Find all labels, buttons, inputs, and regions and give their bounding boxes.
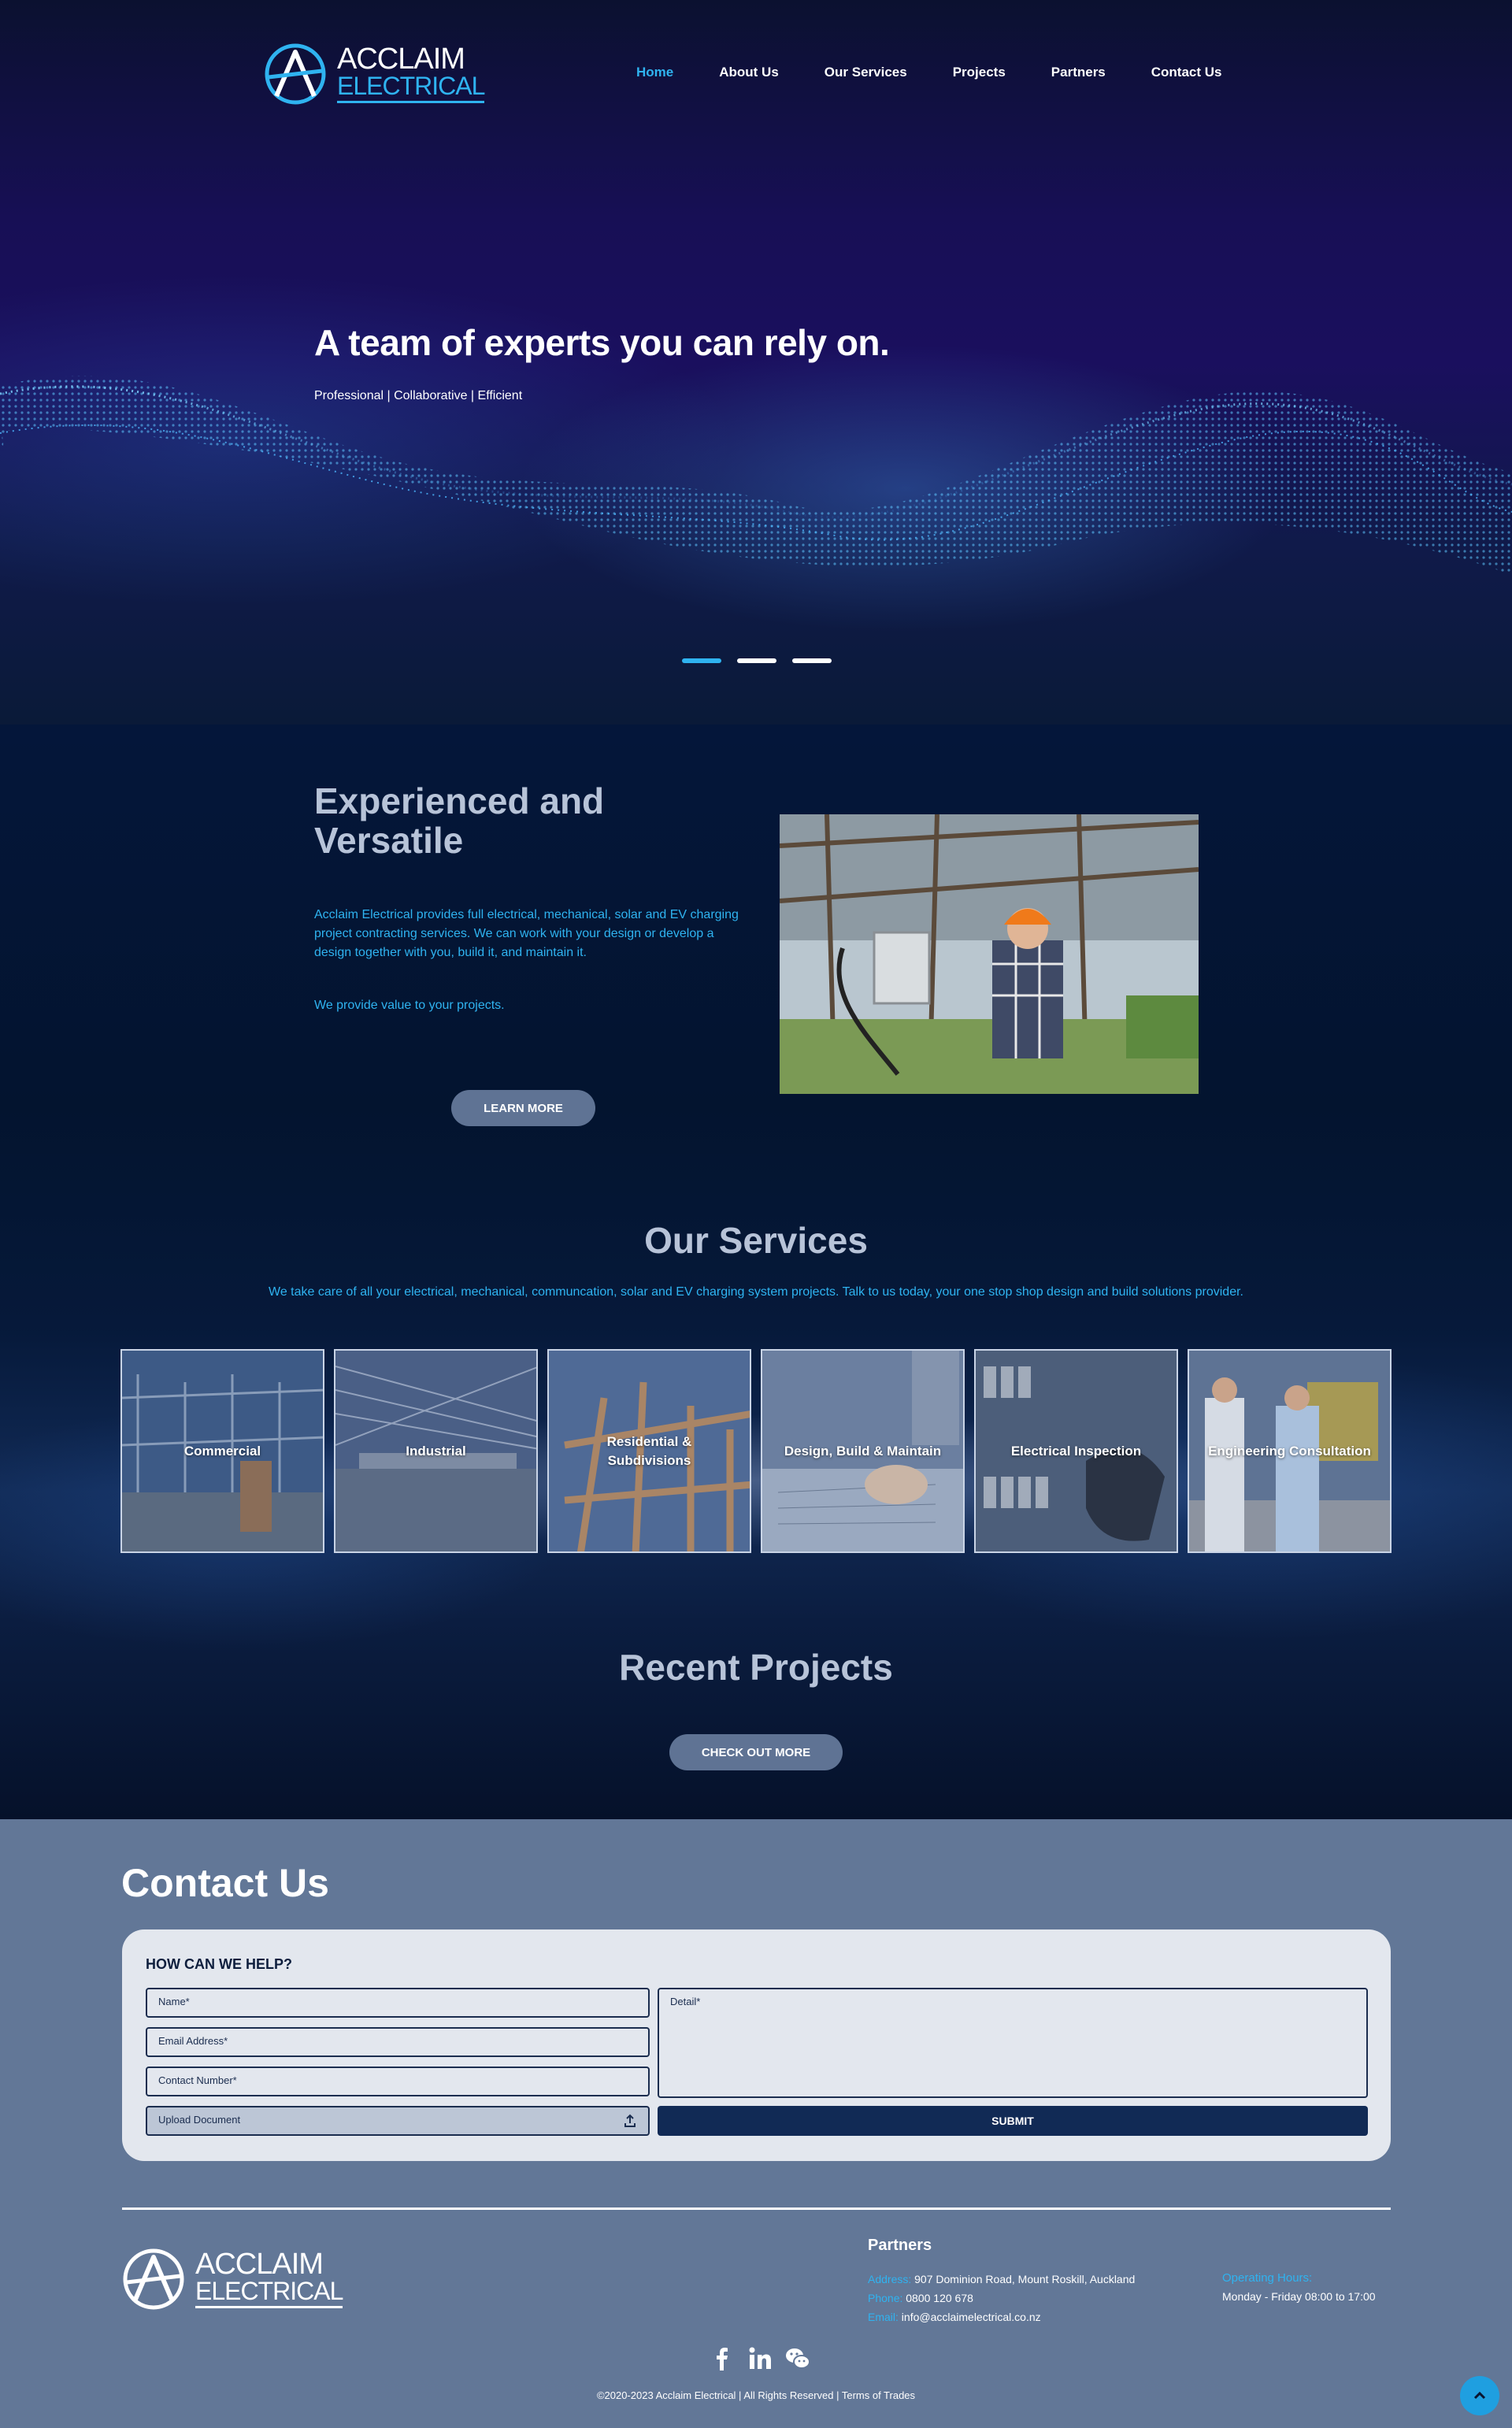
service-card-inspection[interactable]: Electrical Inspection <box>974 1349 1178 1553</box>
phone-value[interactable]: 0800 120 678 <box>906 2292 973 2304</box>
services-subtitle: We take care of all your electrical, mec… <box>269 1285 1243 1299</box>
service-card-label: Electrical Inspection <box>1010 1443 1142 1459</box>
recent-projects-title: Recent Projects <box>619 1647 893 1688</box>
nav-about-us[interactable]: About Us <box>719 65 779 80</box>
logo-mark-icon <box>123 2248 184 2310</box>
footer-address: Address: 907 Dominion Road, Mount Roskil… <box>868 2273 1135 2285</box>
slide-dot-2[interactable] <box>737 658 776 663</box>
services-grid: Commercial Industrial Residential & Subd… <box>120 1349 1392 1553</box>
content-section: Experienced and Versatile Acclaim Electr… <box>0 725 1512 1819</box>
hero-title: A team of experts you can rely on. <box>314 322 890 363</box>
address-value: 907 Dominion Road, Mount Roskill, Auckla… <box>914 2273 1136 2285</box>
nav-contact-us[interactable]: Contact Us <box>1151 65 1222 80</box>
upload-icon <box>624 2114 636 2127</box>
facebook-icon[interactable] <box>709 2345 736 2372</box>
learn-more-button[interactable]: LEARN MORE <box>451 1090 595 1126</box>
address-label: Address: <box>868 2273 912 2285</box>
upload-label: Upload Document <box>158 2114 241 2126</box>
contact-number-field[interactable]: Contact Number* <box>146 2067 650 2096</box>
service-card-residential[interactable]: Residential & Subdivisions <box>547 1349 751 1553</box>
slide-dot-3[interactable] <box>792 658 832 663</box>
hero-section: ACCLAIM ELECTRICAL Home About Us Our Ser… <box>0 0 1512 725</box>
nav-our-services[interactable]: Our Services <box>825 65 907 80</box>
service-card-commercial[interactable]: Commercial <box>120 1349 324 1553</box>
email-field[interactable]: Email Address* <box>146 2027 650 2057</box>
intro-title: Experienced and Versatile <box>314 780 605 861</box>
top-navbar: ACCLAIM ELECTRICAL Home About Us Our Ser… <box>0 0 1512 150</box>
service-card-label: Commercial <box>183 1443 261 1459</box>
service-card-design-build[interactable]: Design, Build & Maintain <box>761 1349 965 1553</box>
name-field[interactable]: Name* <box>146 1988 650 2018</box>
slider-pagination <box>682 658 832 663</box>
footer-logo[interactable]: ACCLAIM ELECTRICAL <box>120 2246 343 2313</box>
nav-partners[interactable]: Partners <box>1051 65 1106 80</box>
logo-text-secondary: ELECTRICAL <box>195 2276 343 2308</box>
service-card-label: Residential & Subdivisions <box>606 1433 692 1468</box>
brand-logo[interactable]: ACCLAIM ELECTRICAL <box>262 41 485 108</box>
operating-hours-label: Operating Hours: <box>1222 2271 1313 2285</box>
nav-home[interactable]: Home <box>636 65 673 80</box>
footer-email: Email: info@acclaimelectrical.co.nz <box>868 2311 1041 2323</box>
hero-subtitle: Professional | Collaborative | Efficient <box>314 389 523 402</box>
logo-text-secondary: ELECTRICAL <box>337 71 485 103</box>
check-out-more-button[interactable]: CHECK OUT MORE <box>669 1734 843 1770</box>
footer-partners-heading[interactable]: Partners <box>868 2237 932 2255</box>
email-label: Email: <box>868 2311 899 2323</box>
service-card-label: Industrial <box>406 1443 466 1459</box>
footer-phone: Phone: 0800 120 678 <box>868 2292 973 2304</box>
form-heading: HOW CAN WE HELP? <box>146 1956 292 1972</box>
footer-divider <box>122 2207 1391 2210</box>
intro-value-statement: We provide value to your projects. <box>314 999 505 1012</box>
upload-document-field[interactable]: Upload Document <box>146 2106 650 2136</box>
detail-textarea[interactable]: Detail* <box>658 1988 1368 2098</box>
service-card-engineering[interactable]: Engineering Consultation <box>1188 1349 1392 1553</box>
slide-dot-1[interactable] <box>682 658 721 663</box>
linkedin-icon[interactable] <box>747 2345 773 2372</box>
social-links <box>709 2345 811 2372</box>
services-title: Our Services <box>644 1220 868 1261</box>
submit-button[interactable]: SUBMIT <box>658 2106 1368 2136</box>
service-card-label: Design, Build & Maintain <box>784 1443 942 1459</box>
contact-title: Contact Us <box>121 1861 329 1905</box>
phone-label: Phone: <box>868 2292 903 2304</box>
chevron-up-icon <box>1473 2391 1486 2400</box>
main-nav: Home About Us Our Services Projects Part… <box>636 65 1268 80</box>
service-card-industrial[interactable]: Industrial <box>334 1349 538 1553</box>
nav-projects[interactable]: Projects <box>953 65 1006 80</box>
logo-mark-icon <box>265 43 326 105</box>
service-card-label: Engineering Consultation <box>1208 1443 1371 1459</box>
copyright-text: ©2020-2023 Acclaim Electrical | All Righ… <box>596 2389 916 2401</box>
contact-section: Contact Us HOW CAN WE HELP? Name* Email … <box>0 1819 1512 2428</box>
intro-paragraph: Acclaim Electrical provides full electri… <box>314 908 739 959</box>
contact-form: HOW CAN WE HELP? Name* Email Address* Co… <box>122 1929 1391 2161</box>
email-value[interactable]: info@acclaimelectrical.co.nz <box>902 2311 1041 2323</box>
electrician-solar-photo <box>780 814 1199 1094</box>
wechat-icon[interactable] <box>784 2345 811 2372</box>
back-to-top-button[interactable] <box>1460 2376 1499 2415</box>
operating-hours-value: Monday - Friday 08:00 to 17:00 <box>1222 2290 1376 2303</box>
